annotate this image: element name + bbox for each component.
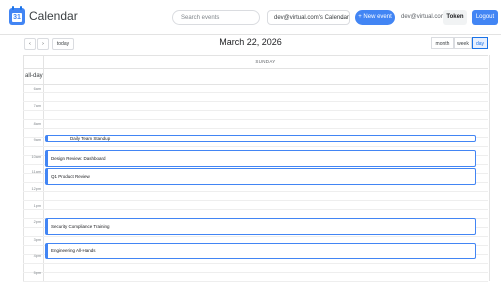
new-event-button[interactable]: + New event (355, 10, 395, 25)
calendar-logo-icon: 31 (9, 6, 25, 25)
logout-button[interactable]: Logout (472, 10, 498, 25)
time-slot-row[interactable] (23, 85, 488, 93)
time-label: 7am (33, 104, 41, 108)
time-slot-row[interactable] (23, 192, 488, 201)
time-label: 1pm (33, 204, 41, 208)
chevron-down-icon: ⌄ (339, 15, 345, 21)
time-label: 10am (31, 155, 42, 159)
view-week-button[interactable]: week (454, 37, 472, 49)
time-label: 2pm (33, 220, 41, 224)
time-slot-row[interactable] (23, 102, 488, 111)
view-day-button[interactable]: day (472, 37, 488, 49)
token-button[interactable]: Token (443, 10, 467, 25)
date-title: March 22, 2026 (219, 37, 282, 47)
event-q1-product-review[interactable]: Q1 Product Review (45, 168, 476, 185)
time-slot-row[interactable] (23, 93, 488, 102)
event-title: Daily Team Standup (70, 136, 111, 141)
search-input[interactable]: Search events (172, 10, 260, 25)
day-name: SUNDAY (255, 59, 276, 64)
event-design-review[interactable]: Design Review: Dashboard (45, 150, 476, 167)
event-daily-team-standup[interactable]: Daily Team Standup (45, 135, 476, 142)
time-slot-row[interactable] (23, 264, 488, 273)
event-title: Design Review: Dashboard (51, 156, 106, 161)
calendar-select-value: dev@virtual.com's Calendar (274, 15, 349, 21)
event-title: Engineering All-Hands (51, 248, 96, 253)
event-title: Security Compliance Training (51, 224, 110, 229)
all-day-label: all-day (25, 73, 43, 79)
top-bar: 31 Calendar Search events dev@virtual.co… (0, 0, 501, 35)
calendar-select[interactable]: dev@virtual.com's Calendar ⌄ (267, 10, 350, 25)
view-month-button[interactable]: month (431, 37, 454, 49)
time-label: 12pm (31, 187, 42, 191)
time-label: 6am (33, 87, 41, 91)
time-label: 4pm (33, 254, 41, 258)
user-email: dev@virtual.com (401, 14, 446, 20)
time-label: 3pm (33, 238, 41, 242)
time-label: 11am (31, 170, 41, 174)
time-label: 9am (33, 138, 41, 142)
day-header: SUNDAY (23, 55, 488, 69)
event-title: Q1 Product Review (51, 174, 90, 179)
time-slot-row[interactable] (23, 120, 488, 129)
event-security-compliance-training[interactable]: Security Compliance Training (45, 218, 476, 235)
all-day-row[interactable]: all-day (23, 68, 488, 85)
app-title: Calendar (29, 9, 78, 23)
event-engineering-all-hands[interactable]: Engineering All-Hands (45, 243, 476, 259)
time-label: 5pm (33, 271, 41, 275)
time-label: 8am (33, 122, 41, 126)
time-slot-row[interactable] (23, 111, 488, 120)
time-slot-row[interactable] (23, 201, 488, 210)
